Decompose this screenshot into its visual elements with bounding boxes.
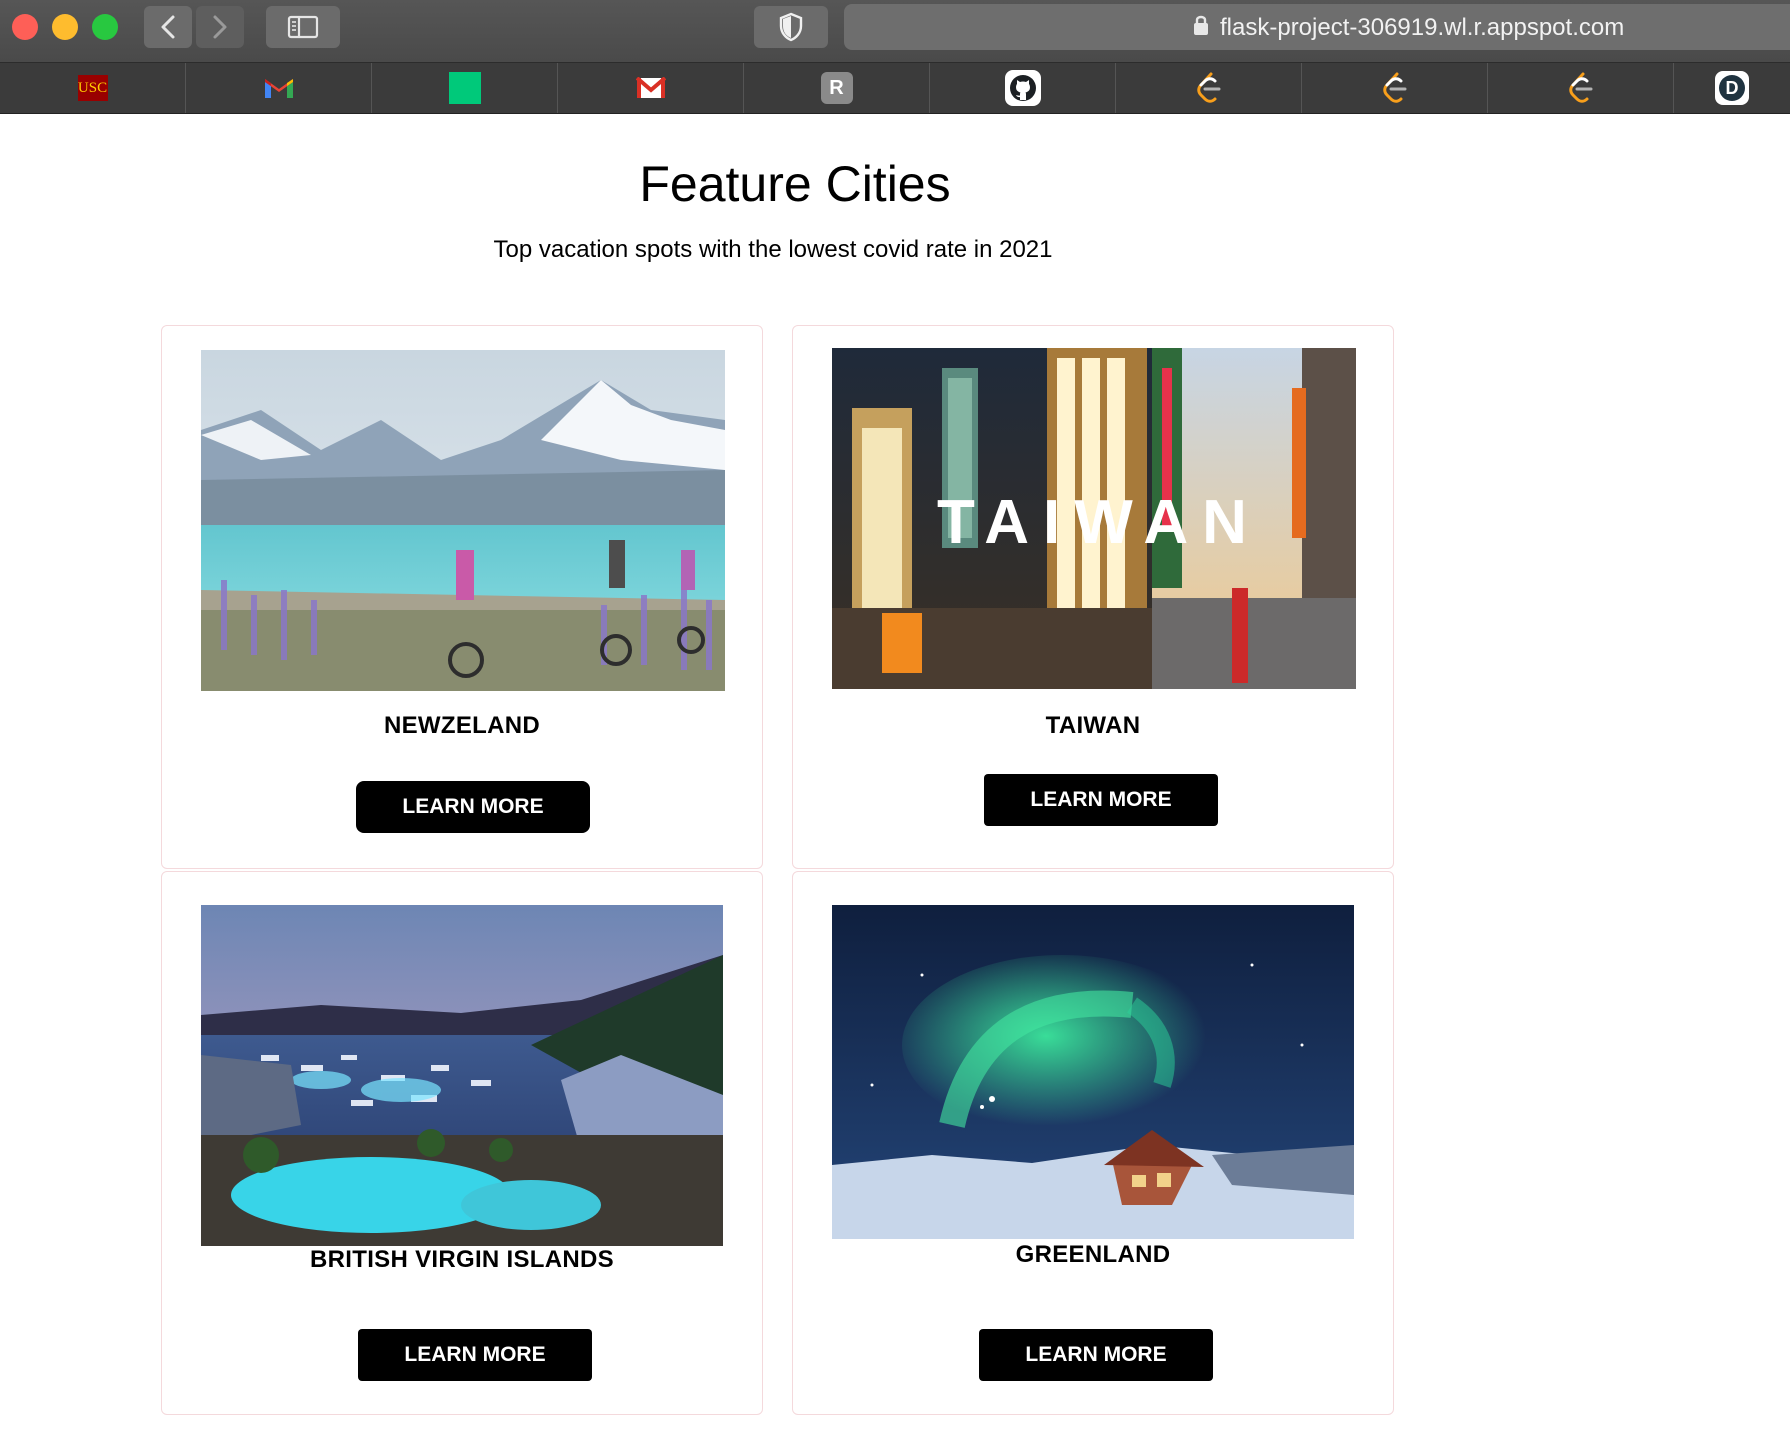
city-title-british-virgin-islands: BRITISH VIRGIN ISLANDS xyxy=(310,1246,614,1273)
city-photo-newzeland xyxy=(201,350,725,691)
city-title-taiwan: TAIWAN xyxy=(1045,712,1141,739)
url-text[interactable]: flask-project-306919.wl.r.appspot.com xyxy=(1220,14,1624,42)
r-letter-icon: R xyxy=(820,72,853,104)
city-photo-taiwan: TAIWAN xyxy=(832,348,1356,689)
minimize-window-button[interactable] xyxy=(52,14,78,40)
learn-more-button-british-virgin-islands[interactable]: LEARN MORE xyxy=(358,1329,592,1381)
bookmark-usc[interactable]: USC xyxy=(0,63,186,113)
bookmark-gmail[interactable] xyxy=(186,63,372,113)
leetcode-icon xyxy=(1382,72,1406,103)
learn-more-button-newzeland[interactable]: LEARN MORE xyxy=(356,781,590,833)
leetcode-icon xyxy=(1568,72,1592,103)
bookmark-gmail-2[interactable] xyxy=(558,63,744,113)
gmail-icon xyxy=(264,79,293,98)
bookmark-leetcode-2[interactable] xyxy=(1302,63,1488,113)
sidebar-icon xyxy=(287,15,319,39)
taiwan-overlay-text: TAIWAN xyxy=(937,488,1261,557)
city-card-greenland: GREENLAND LEARN MORE xyxy=(792,871,1394,1415)
forward-button[interactable] xyxy=(196,6,244,48)
bookmark-d[interactable]: D xyxy=(1674,63,1790,113)
github-icon xyxy=(1004,70,1041,106)
city-card-newzeland: NEWZELAND LEARN MORE xyxy=(161,325,763,869)
zoom-window-button[interactable] xyxy=(92,14,118,40)
d-letter-icon: D xyxy=(1715,71,1749,105)
chevron-right-icon xyxy=(213,15,227,39)
city-photo-british-virgin-islands xyxy=(201,905,723,1246)
bookmark-leetcode-3[interactable] xyxy=(1488,63,1674,113)
gmail-envelope-icon xyxy=(635,77,666,98)
city-photo-greenland xyxy=(832,905,1354,1239)
city-card-british-virgin-islands: BRITISH VIRGIN ISLANDS LEARN MORE xyxy=(161,871,763,1415)
privacy-report-button[interactable] xyxy=(754,6,828,48)
usc-logo-icon: USC xyxy=(77,75,108,101)
close-window-button[interactable] xyxy=(12,14,38,40)
bookmark-green[interactable] xyxy=(372,63,558,113)
browser-titlebar: flask-project-306919.wl.r.appspot.com xyxy=(0,0,1790,63)
learn-more-button-taiwan[interactable]: LEARN MORE xyxy=(984,774,1218,826)
bookmark-github[interactable] xyxy=(930,63,1116,113)
city-title-newzeland: NEWZELAND xyxy=(383,712,541,739)
bookmark-r[interactable]: R xyxy=(744,63,930,113)
sidebar-toggle-button[interactable] xyxy=(266,6,340,48)
bookmark-leetcode-1[interactable] xyxy=(1116,63,1302,113)
chevron-left-icon xyxy=(161,15,175,39)
leetcode-icon xyxy=(1196,72,1220,103)
city-card-taiwan: TAIWAN TAIWAN LEARN MORE xyxy=(792,325,1394,869)
d-letter: D xyxy=(1719,75,1745,101)
bookmarks-bar: USC R D xyxy=(0,63,1790,114)
city-title-greenland: GREENLAND xyxy=(1015,1241,1171,1268)
learn-more-button-greenland[interactable]: LEARN MORE xyxy=(979,1329,1213,1381)
back-button[interactable] xyxy=(144,6,192,48)
lock-icon xyxy=(1194,15,1208,35)
page-subtitle: Top vacation spots with the lowest covid… xyxy=(493,236,1053,263)
page-title: Feature Cities xyxy=(639,156,951,212)
shield-icon xyxy=(779,12,803,42)
green-square-icon xyxy=(448,72,481,104)
